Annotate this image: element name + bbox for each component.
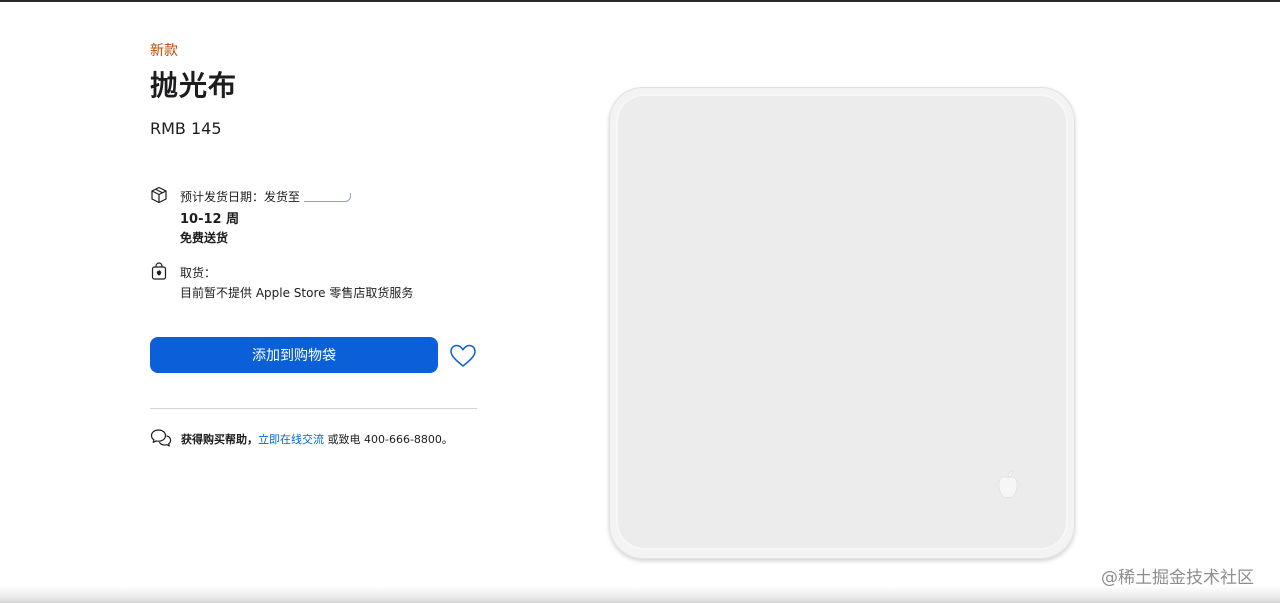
product-price: RMB 145 bbox=[150, 119, 222, 138]
heart-icon[interactable] bbox=[448, 342, 478, 370]
product-image bbox=[609, 87, 1075, 559]
help-text: 获得购买帮助，立即在线交流 或致电 400-666-8800。 bbox=[181, 431, 453, 447]
apple-logo-icon bbox=[998, 470, 1018, 499]
watermark: @稀土掘金技术社区 bbox=[1101, 568, 1254, 588]
window-top-border bbox=[0, 0, 1280, 2]
help-prefix: 获得购买帮助， bbox=[181, 433, 258, 446]
redacted-location[interactable] bbox=[304, 193, 352, 202]
delivery-label-row: 预计发货日期：发货至 bbox=[180, 188, 352, 205]
box-icon bbox=[151, 186, 167, 204]
chat-now-link[interactable]: 立即在线交流 bbox=[258, 433, 324, 446]
section-divider bbox=[150, 408, 477, 409]
delivery-label: 预计发货日期：发货至 bbox=[180, 190, 301, 204]
add-to-bag-button[interactable]: 添加到购物袋 bbox=[150, 337, 438, 373]
pickup-label: 取货： bbox=[180, 266, 217, 280]
phone-text: 或致电 400-666-8800。 bbox=[324, 433, 453, 446]
chat-bubbles-icon bbox=[150, 429, 172, 447]
bottom-shadow bbox=[0, 586, 1280, 603]
product-title: 抛光布 bbox=[150, 69, 238, 102]
shopping-bag-icon bbox=[151, 262, 167, 280]
free-shipping-label: 免费送货 bbox=[180, 231, 229, 245]
new-badge: 新款 bbox=[150, 43, 178, 59]
delivery-time: 10-12 周 bbox=[180, 212, 240, 227]
pickup-detail: 目前暂不提供 Apple Store 零售店取货服务 bbox=[180, 286, 414, 300]
